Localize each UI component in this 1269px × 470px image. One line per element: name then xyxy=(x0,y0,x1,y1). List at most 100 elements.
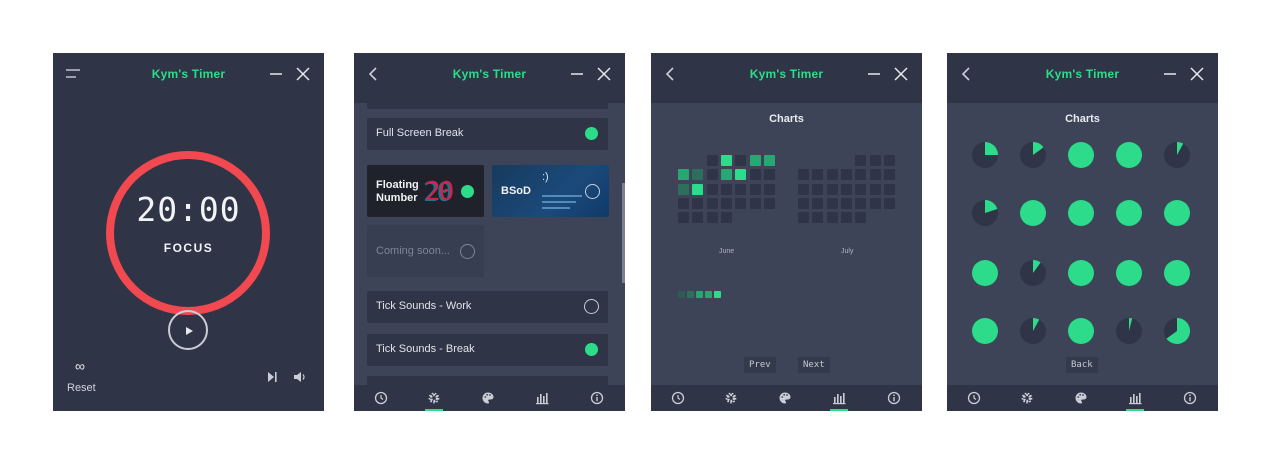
bar-chart-icon[interactable] xyxy=(535,391,549,405)
minimize-icon[interactable] xyxy=(569,66,585,82)
heatmap-cell[interactable] xyxy=(720,183,732,195)
heatmap-cell[interactable] xyxy=(798,212,809,224)
palette-icon[interactable] xyxy=(778,391,792,405)
heatmap-cell[interactable] xyxy=(720,197,732,209)
heatmap-cell[interactable] xyxy=(749,183,761,195)
heatmap-cell[interactable] xyxy=(840,183,852,195)
play-button[interactable] xyxy=(168,310,208,350)
minimize-icon[interactable] xyxy=(1162,66,1178,82)
heatmap-cell[interactable] xyxy=(855,212,867,224)
heatmap-cell[interactable] xyxy=(735,197,747,209)
close-icon[interactable] xyxy=(596,66,612,82)
heatmap-cell[interactable] xyxy=(720,212,732,224)
heatmap-cell[interactable] xyxy=(798,183,809,195)
heatmap-cell[interactable] xyxy=(763,169,775,181)
heatmap-cell[interactable] xyxy=(812,183,824,195)
volume-icon[interactable] xyxy=(293,370,307,384)
setting-tick-sounds-work[interactable]: Tick Sounds - Work xyxy=(367,291,608,323)
heatmap-cell[interactable] xyxy=(720,169,732,181)
toggle-off-indicator[interactable] xyxy=(584,299,599,314)
break-style-floating-number[interactable]: 20 20 Floating Number xyxy=(367,165,484,217)
heatmap-cell[interactable] xyxy=(840,212,852,224)
settings-list[interactable]: Full Screen Break 20 20 Floating Number … xyxy=(354,103,625,385)
heatmap-cell[interactable] xyxy=(826,183,838,195)
heatmap-cell[interactable] xyxy=(692,183,704,195)
heatmap-cell[interactable] xyxy=(812,169,824,181)
minimize-icon[interactable] xyxy=(268,66,284,82)
info-icon[interactable] xyxy=(590,391,604,405)
heatmap-cell[interactable] xyxy=(855,169,867,181)
heatmap-cell[interactable] xyxy=(840,169,852,181)
palette-icon[interactable] xyxy=(1074,391,1088,405)
heatmap-cell[interactable] xyxy=(883,197,895,209)
bar-chart-icon[interactable] xyxy=(832,391,846,405)
heatmap-cell[interactable] xyxy=(749,169,761,181)
heatmap-cell[interactable] xyxy=(812,212,824,224)
heatmap-cell[interactable] xyxy=(812,197,824,209)
heatmap-cell[interactable] xyxy=(855,183,867,195)
radio-selected-indicator[interactable] xyxy=(461,185,474,198)
gear-icon[interactable] xyxy=(1020,391,1034,405)
heatmap-cell[interactable] xyxy=(883,169,895,181)
heatmap-cell[interactable] xyxy=(826,212,838,224)
gear-icon[interactable] xyxy=(724,391,738,405)
reset-button[interactable]: Reset xyxy=(67,382,96,394)
heatmap-cell[interactable] xyxy=(869,169,881,181)
heatmap-cell[interactable] xyxy=(763,155,775,166)
gear-icon[interactable] xyxy=(427,391,441,405)
next-button[interactable]: Next xyxy=(798,357,830,373)
heatmap-cell[interactable] xyxy=(826,197,838,209)
heatmap-cell[interactable] xyxy=(706,183,718,195)
clock-icon[interactable] xyxy=(374,391,388,405)
minimize-icon[interactable] xyxy=(866,66,882,82)
heatmap-cell[interactable] xyxy=(692,169,704,181)
heatmap-cell[interactable] xyxy=(855,197,867,209)
heatmap-cell[interactable] xyxy=(735,183,747,195)
palette-icon[interactable] xyxy=(481,391,495,405)
close-icon[interactable] xyxy=(295,66,311,82)
heatmap-cell[interactable] xyxy=(840,197,852,209)
heatmap-cell[interactable] xyxy=(883,155,895,166)
info-icon[interactable] xyxy=(1183,391,1197,405)
close-icon[interactable] xyxy=(893,66,909,82)
heatmap-cell[interactable] xyxy=(678,183,689,195)
back-button[interactable]: Back xyxy=(1066,357,1098,373)
heatmap-cell[interactable] xyxy=(735,155,747,166)
heatmap-cell[interactable] xyxy=(678,169,689,181)
heatmap-cell[interactable] xyxy=(706,212,718,224)
close-icon[interactable] xyxy=(1189,66,1205,82)
toggle-on-indicator[interactable] xyxy=(585,343,598,356)
heatmap-cell[interactable] xyxy=(706,169,718,181)
break-style-bsod[interactable]: :) BSoD xyxy=(492,165,609,217)
clock-icon[interactable] xyxy=(671,391,685,405)
heatmap-cell[interactable] xyxy=(763,197,775,209)
heatmap-cell[interactable] xyxy=(855,155,867,166)
toggle-on-indicator[interactable] xyxy=(585,127,598,140)
heatmap-cell[interactable] xyxy=(749,197,761,209)
heatmap-cell[interactable] xyxy=(826,169,838,181)
heatmap-cell[interactable] xyxy=(706,155,718,166)
heatmap-cell[interactable] xyxy=(869,183,881,195)
heatmap-cell[interactable] xyxy=(692,197,704,209)
heatmap-cell[interactable] xyxy=(798,197,809,209)
prev-button[interactable]: Prev xyxy=(744,357,776,373)
heatmap-cell[interactable] xyxy=(883,183,895,195)
heatmap-cell[interactable] xyxy=(735,169,747,181)
skip-icon[interactable] xyxy=(266,371,278,383)
heatmap-cell[interactable] xyxy=(720,155,732,166)
heatmap-cell[interactable] xyxy=(678,212,689,224)
bar-chart-icon[interactable] xyxy=(1128,391,1142,405)
setting-full-screen-break[interactable]: Full Screen Break xyxy=(367,118,608,150)
heatmap-cell[interactable] xyxy=(869,155,881,166)
clock-icon[interactable] xyxy=(967,391,981,405)
info-icon[interactable] xyxy=(887,391,901,405)
heatmap-cell[interactable] xyxy=(869,197,881,209)
setting-tick-sounds-break[interactable]: Tick Sounds - Break xyxy=(367,334,608,366)
heatmap-cell[interactable] xyxy=(798,169,809,181)
radio-unselected-indicator[interactable] xyxy=(585,184,600,199)
heatmap-cell[interactable] xyxy=(692,212,704,224)
scrollbar[interactable] xyxy=(622,183,625,283)
heatmap-cell[interactable] xyxy=(749,155,761,166)
heatmap-cell[interactable] xyxy=(678,197,689,209)
heatmap-cell[interactable] xyxy=(706,197,718,209)
